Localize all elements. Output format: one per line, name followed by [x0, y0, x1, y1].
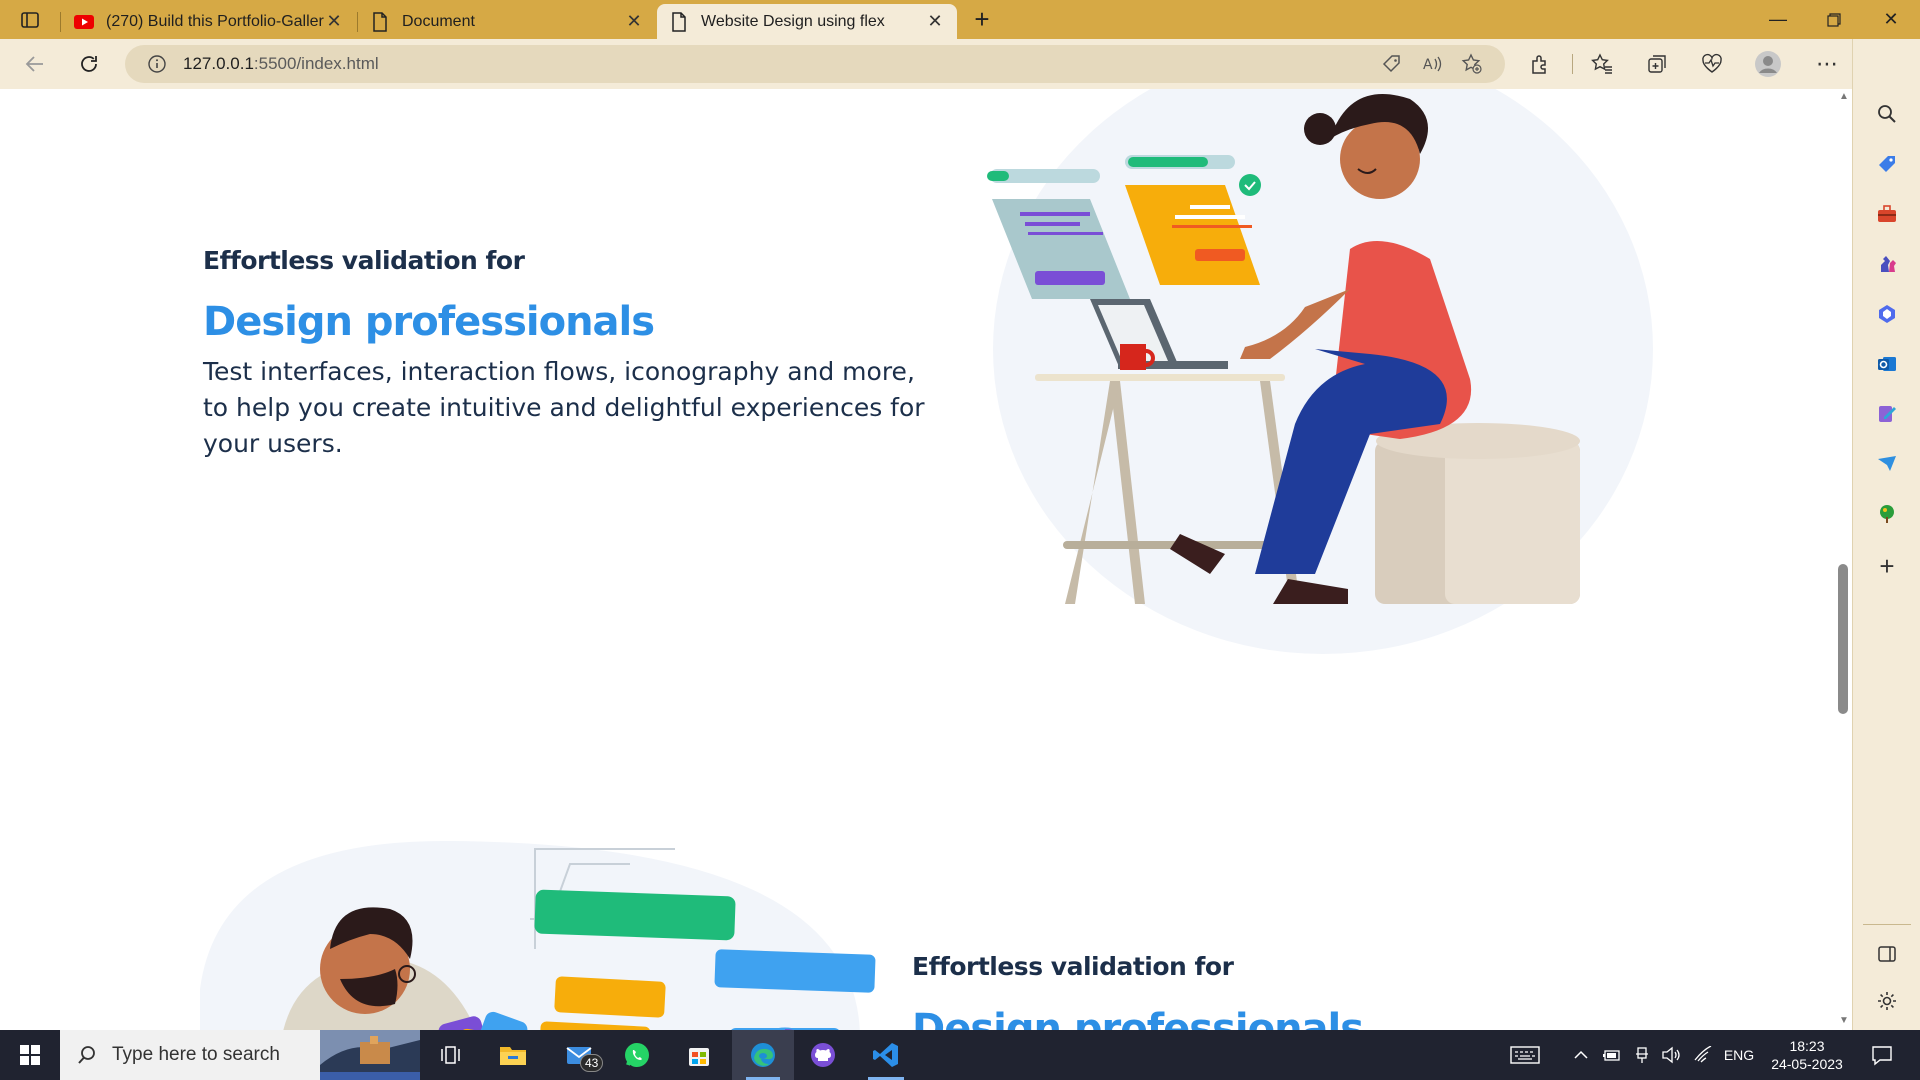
close-icon[interactable]: ✕ [624, 11, 644, 32]
tree-icon[interactable] [1870, 497, 1904, 531]
add-app-icon[interactable]: + [1870, 549, 1904, 583]
read-aloud-icon[interactable]: A [1415, 47, 1449, 81]
microsoft-365-icon[interactable] [1870, 297, 1904, 331]
vscode-icon[interactable] [858, 1030, 914, 1080]
usb-device-icon[interactable] [1630, 1030, 1654, 1080]
volume-icon[interactable] [1658, 1030, 1684, 1080]
restore-icon[interactable] [1806, 0, 1862, 39]
scroll-thumb[interactable] [1838, 564, 1848, 714]
tab-youtube[interactable]: (270) Build this Portfolio-Gallery ✕ [62, 4, 356, 39]
battery-icon[interactable] [1600, 1030, 1624, 1080]
page-icon [370, 11, 390, 32]
section-kicker: Effortless validation for [912, 952, 1234, 981]
tab-label: Document [402, 12, 475, 30]
new-tab-button[interactable]: + [960, 0, 1004, 39]
language-indicator[interactable]: ENG [1720, 1030, 1758, 1080]
edge-browser-icon[interactable] [732, 1030, 794, 1080]
keyboard-icon[interactable] [1505, 1030, 1545, 1080]
tab-label: Website Design using flex [701, 12, 885, 30]
shopping-tag-icon[interactable] [1870, 147, 1904, 181]
scroll-up-icon[interactable]: ▲ [1838, 91, 1850, 103]
search-icon [76, 1044, 98, 1066]
minimize-icon[interactable]: — [1750, 0, 1806, 39]
page-icon [669, 11, 689, 32]
browser-essentials-icon[interactable] [1695, 47, 1729, 81]
drop-icon[interactable] [1870, 397, 1904, 431]
scroll-down-icon[interactable]: ▼ [1838, 1015, 1850, 1027]
notifications-icon[interactable] [1862, 1030, 1902, 1080]
settings-gear-icon[interactable] [1870, 984, 1904, 1018]
send-icon[interactable] [1870, 447, 1904, 481]
task-view-icon[interactable] [425, 1030, 475, 1080]
wifi-icon[interactable] [1690, 1030, 1716, 1080]
collections-icon[interactable] [1640, 47, 1674, 81]
tab-actions-icon[interactable] [0, 0, 60, 39]
youtube-icon [74, 12, 94, 32]
games-chess-icon[interactable] [1870, 247, 1904, 281]
url-text: 127.0.0.1:5500/index.html [183, 54, 379, 73]
search-highlight-image [320, 1030, 420, 1080]
favorites-icon[interactable] [1585, 47, 1619, 81]
section-body: Test interfaces, interaction flows, icon… [203, 357, 925, 458]
search-placeholder: Type here to search [112, 1044, 280, 1065]
svg-text:A: A [1423, 57, 1433, 73]
refresh-icon[interactable] [72, 47, 106, 81]
microsoft-store-icon[interactable] [674, 1030, 724, 1080]
designer-at-desk-illustration [987, 89, 1653, 654]
back-icon[interactable] [18, 47, 52, 81]
edge-sidebar: + [1852, 39, 1920, 1030]
mail-icon[interactable]: 43 [550, 1030, 610, 1080]
clock-date: 24-05-2023 [1771, 1056, 1843, 1072]
section-title: Design professionals [912, 1006, 1364, 1030]
page-scrollbar[interactable]: ▲ ▼ [1836, 89, 1852, 1030]
section-title: Design professionals [203, 299, 655, 345]
mail-badge: 43 [580, 1054, 604, 1072]
search-icon[interactable] [1870, 97, 1904, 131]
close-window-icon[interactable]: ✕ [1862, 0, 1920, 39]
address-bar[interactable]: 127.0.0.1:5500/index.html A [125, 45, 1505, 83]
chevron-up-icon[interactable] [1570, 1030, 1592, 1080]
tab-strip: (270) Build this Portfolio-Gallery ✕ Doc… [0, 0, 1920, 39]
browser-toolbar: 127.0.0.1:5500/index.html A ⋯ [0, 39, 1920, 89]
close-icon[interactable]: ✕ [324, 11, 344, 32]
sidebar-separator [1863, 924, 1911, 925]
profile-avatar[interactable] [1751, 47, 1785, 81]
designer-with-blocks-illustration [200, 840, 876, 1030]
start-windows-icon[interactable] [0, 1030, 60, 1080]
clock[interactable]: 18:23 24-05-2023 [1762, 1030, 1852, 1080]
tab-website-design[interactable]: Website Design using flex ✕ [657, 4, 957, 39]
more-options-icon[interactable]: ⋯ [1810, 47, 1844, 81]
file-explorer-icon[interactable] [488, 1030, 538, 1080]
tab-label: (270) Build this Portfolio-Gallery [106, 12, 324, 30]
extensions-icon[interactable] [1523, 47, 1557, 81]
split-screen-icon[interactable] [1870, 937, 1904, 971]
tag-icon[interactable] [1375, 47, 1409, 81]
tab-separator [60, 12, 61, 32]
windows-taskbar: Type here to search 43 ENG 18:23 24-05-2… [0, 1030, 1920, 1080]
whatsapp-icon[interactable] [612, 1030, 662, 1080]
close-icon[interactable]: ✕ [925, 11, 945, 32]
tab-document[interactable]: Document ✕ [358, 4, 656, 39]
webpage: Effortless validation for Design profess… [0, 89, 1836, 1030]
toolbar-separator [1572, 54, 1573, 74]
add-favorite-icon[interactable] [1455, 47, 1489, 81]
site-info-icon[interactable] [147, 54, 167, 74]
github-desktop-icon[interactable] [798, 1030, 848, 1080]
taskbar-search-box[interactable]: Type here to search [60, 1030, 420, 1080]
section-kicker: Effortless validation for [203, 246, 525, 275]
clock-time: 18:23 [1789, 1038, 1825, 1054]
tools-briefcase-icon[interactable] [1870, 197, 1904, 231]
outlook-icon[interactable] [1870, 347, 1904, 381]
